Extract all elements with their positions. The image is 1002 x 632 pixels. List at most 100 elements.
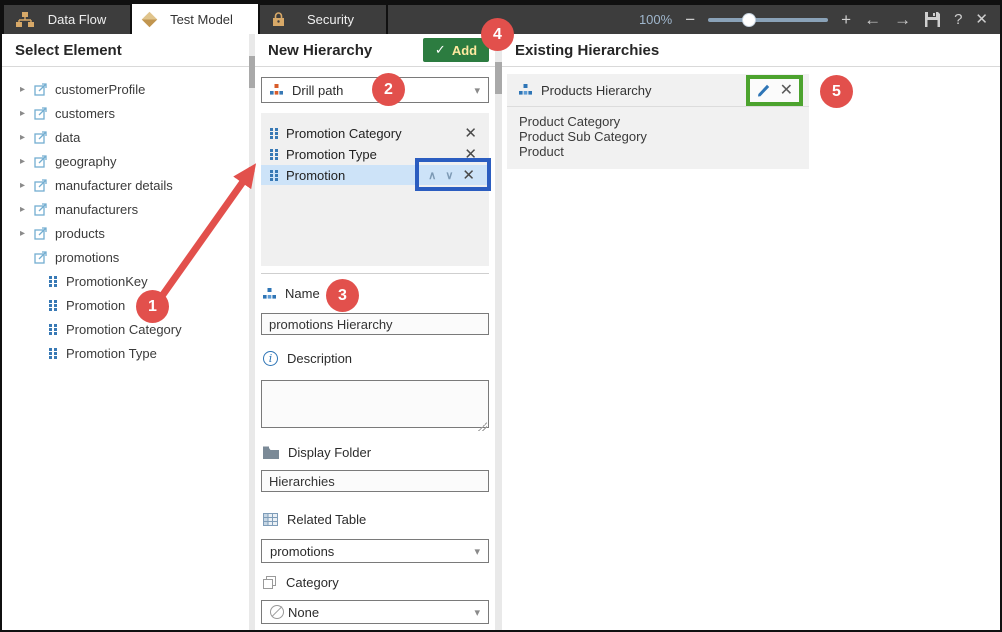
- tab-security[interactable]: Security: [260, 5, 386, 34]
- expander-icon[interactable]: ▸: [20, 228, 34, 239]
- tab-label: Test Model: [155, 12, 258, 27]
- info-icon: i: [263, 351, 278, 366]
- hierarchy-level: Product Category: [519, 114, 797, 129]
- edit-pencil-icon[interactable]: [756, 83, 771, 98]
- column-icon: [48, 299, 59, 311]
- app-window: Data Flow Test Model Security 100% − + ←…: [0, 0, 1002, 632]
- redo-arrow-button[interactable]: →: [894, 11, 911, 28]
- zoom-slider[interactable]: [708, 18, 828, 22]
- panel-title: New Hierarchy: [268, 42, 372, 59]
- tree-item-promotionkey[interactable]: PromotionKey: [2, 269, 249, 293]
- security-lock-icon: [272, 12, 285, 27]
- undo-arrow-button[interactable]: ←: [864, 11, 881, 28]
- column-icon: [269, 148, 280, 160]
- delete-icon[interactable]: ✕: [780, 80, 793, 100]
- tree-item-label: promotions: [55, 250, 119, 265]
- description-label: Description: [287, 351, 352, 366]
- expander-icon[interactable]: ▸: [20, 108, 34, 119]
- panel-title: Select Element: [2, 34, 249, 67]
- save-icon[interactable]: [924, 11, 941, 28]
- expander-icon[interactable]: ▸: [20, 84, 34, 95]
- none-icon: [270, 605, 284, 619]
- column-icon: [269, 127, 280, 139]
- related-table-label-row: Related Table: [261, 512, 489, 527]
- hierarchy-icon: [519, 84, 532, 96]
- column-icon: [48, 275, 59, 287]
- tree-item-promotions[interactable]: promotions: [2, 245, 249, 269]
- tree-item-products[interactable]: ▸ products: [2, 221, 249, 245]
- level-row-promotion-category[interactable]: Promotion Category ✕: [261, 123, 489, 143]
- display-folder-label: Display Folder: [288, 445, 371, 460]
- drill-path-icon: [270, 84, 283, 96]
- expander-icon[interactable]: ▸: [20, 156, 34, 167]
- remove-level-icon[interactable]: ✕: [462, 166, 475, 184]
- column-icon: [48, 323, 59, 335]
- tab-label: Data Flow: [34, 12, 130, 27]
- remove-level-icon[interactable]: ✕: [464, 145, 477, 163]
- tree-item-data[interactable]: ▸ data: [2, 125, 249, 149]
- tab-test-model[interactable]: Test Model: [132, 4, 258, 34]
- resize-grip-icon[interactable]: [478, 422, 487, 431]
- level-row-promotion[interactable]: Promotion ∧ ∨ ✕: [261, 165, 489, 185]
- panel-splitter[interactable]: [249, 34, 255, 630]
- category-dropdown[interactable]: None ▾: [261, 600, 489, 624]
- tree-item-label: data: [55, 130, 80, 145]
- hierarchy-card: Products Hierarchy ✕ Product Category Pr…: [507, 74, 809, 169]
- tree-item-manufacturer-details[interactable]: ▸ manufacturer details: [2, 173, 249, 197]
- category-value: None: [288, 605, 319, 620]
- hierarchy-level-list: Promotion Category ✕ Promotion Type ✕ Pr…: [261, 113, 489, 266]
- move-down-icon[interactable]: ∨: [445, 169, 453, 182]
- topbar-controls: 100% − + ← → ? ✕: [388, 5, 1000, 34]
- category-label-row: Category: [261, 575, 489, 590]
- tree-item-label: PromotionKey: [66, 274, 148, 289]
- table-icon: [34, 178, 48, 192]
- table-icon: [34, 154, 48, 168]
- expander-icon[interactable]: ▸: [20, 204, 34, 215]
- related-table-value: promotions: [270, 544, 334, 559]
- main-area: Select Element ▸ customerProfile ▸ custo…: [2, 34, 1000, 630]
- related-table-icon: [263, 513, 278, 526]
- drill-path-label: Drill path: [292, 83, 343, 98]
- tree-item-customerprofile[interactable]: ▸ customerProfile: [2, 77, 249, 101]
- display-folder-input[interactable]: [261, 470, 489, 492]
- zoom-out-button[interactable]: −: [685, 11, 695, 28]
- close-button[interactable]: ✕: [975, 12, 988, 27]
- new-hierarchy-panel: New Hierarchy ✓ Add Drill path ▾: [255, 34, 495, 630]
- level-label: Promotion Type: [286, 147, 464, 162]
- tree-item-label: products: [55, 226, 105, 241]
- tree-item-label: manufacturers: [55, 202, 138, 217]
- hierarchy-card-header: Products Hierarchy ✕: [507, 74, 809, 107]
- table-icon: [34, 250, 48, 264]
- expander-icon[interactable]: ▸: [20, 132, 34, 143]
- related-table-dropdown[interactable]: promotions ▾: [261, 539, 489, 563]
- chevron-down-icon: ▾: [474, 606, 480, 619]
- move-up-icon[interactable]: ∧: [428, 169, 436, 182]
- zoom-slider-thumb[interactable]: [742, 13, 756, 27]
- help-button[interactable]: ?: [954, 12, 962, 27]
- name-label: Name: [285, 286, 320, 301]
- tab-data-flow[interactable]: Data Flow: [4, 5, 130, 34]
- level-row-promotion-type[interactable]: Promotion Type ✕: [261, 144, 489, 164]
- level-label: Promotion Category: [286, 126, 464, 141]
- tree-item-promotion-category[interactable]: Promotion Category: [2, 317, 249, 341]
- zoom-in-button[interactable]: +: [841, 11, 851, 28]
- description-input[interactable]: [261, 380, 489, 428]
- panel-splitter[interactable]: [495, 34, 502, 630]
- tree-item-customers[interactable]: ▸ customers: [2, 101, 249, 125]
- table-icon: [34, 226, 48, 240]
- tree-item-promotion-type[interactable]: Promotion Type: [2, 341, 249, 365]
- tree-item-promotion[interactable]: Promotion: [2, 293, 249, 317]
- name-label-row: Name: [261, 286, 489, 301]
- table-icon: [34, 130, 48, 144]
- drill-path-dropdown[interactable]: Drill path ▾: [261, 77, 489, 103]
- chevron-down-icon: ▾: [474, 545, 480, 558]
- name-input[interactable]: [261, 313, 489, 335]
- tree-item-label: manufacturer details: [55, 178, 173, 193]
- tree-item-label: Promotion: [66, 298, 125, 313]
- add-button[interactable]: ✓ Add: [423, 38, 489, 62]
- remove-level-icon[interactable]: ✕: [464, 124, 477, 142]
- hierarchy-levels: Product Category Product Sub Category Pr…: [507, 107, 809, 169]
- expander-icon[interactable]: ▸: [20, 180, 34, 191]
- tree-item-manufacturers[interactable]: ▸ manufacturers: [2, 197, 249, 221]
- tree-item-geography[interactable]: ▸ geography: [2, 149, 249, 173]
